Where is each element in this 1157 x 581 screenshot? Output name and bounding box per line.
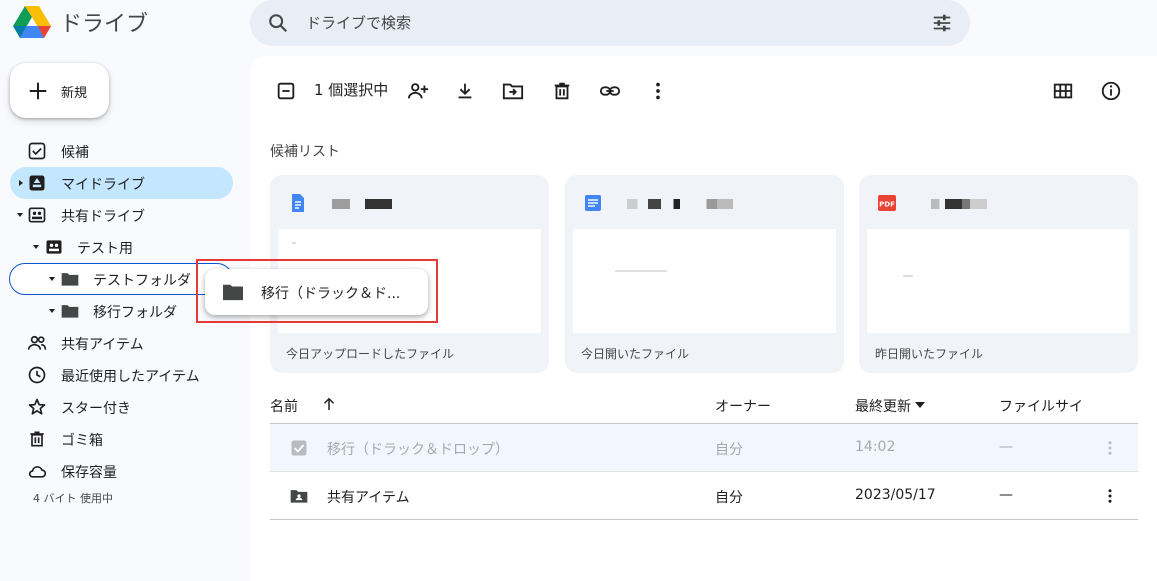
sidebar-item-label: 保存容量 — [61, 465, 117, 481]
more-vert-icon[interactable] — [1101, 438, 1119, 458]
caret-down-icon[interactable] — [48, 275, 56, 283]
svg-text:PDF: PDF — [879, 201, 895, 209]
file-modified: 2023/05/17 — [855, 487, 936, 503]
star-icon — [28, 398, 46, 415]
file-name: 移行（ドラック＆ドロップ） — [327, 442, 509, 458]
more-vert-icon[interactable] — [1101, 486, 1119, 506]
selection-count: 1 個選択中 — [314, 81, 389, 99]
owner-column-header[interactable]: オーナー — [715, 396, 771, 416]
more-vert-icon[interactable] — [647, 80, 669, 102]
sidebar-item-shared-with-me[interactable]: 共有アイテム — [10, 327, 233, 359]
annotation-highlight-box — [196, 259, 438, 323]
caret-down-icon[interactable] — [16, 211, 24, 219]
sidebar-item-label: ゴミ箱 — [61, 433, 103, 449]
name-column-header[interactable]: 名前 — [270, 396, 298, 416]
file-modified: 14:02 — [855, 439, 896, 455]
sidebar-item-storage[interactable]: 保存容量 — [10, 455, 233, 487]
sidebar-item-label: テスト用 — [77, 241, 133, 257]
file-thumbnail — [573, 229, 836, 333]
my-drive-icon — [29, 175, 45, 191]
check-box-icon — [28, 142, 46, 160]
docs-icon — [292, 194, 304, 212]
file-size: — — [999, 439, 1013, 455]
sidebar-item-label: 共有アイテム — [61, 337, 144, 353]
share-icon[interactable] — [407, 80, 429, 102]
shared-folder-icon — [290, 490, 308, 503]
new-button-label: 新規 — [61, 86, 88, 101]
drive-logo-icon — [13, 6, 51, 38]
cloud-icon — [28, 466, 47, 478]
size-column-header[interactable]: ファイルサイ — [999, 396, 1083, 416]
selection-toolbar: 1 個選択中 — [270, 76, 1137, 106]
redacted-filename — [332, 199, 392, 209]
folder-icon — [61, 305, 79, 318]
modified-column-header[interactable]: 最終更新 — [855, 396, 911, 416]
people-icon — [27, 335, 47, 350]
sidebar-item-starred[interactable]: スター付き — [10, 391, 233, 423]
sidebar-item-trash[interactable]: ゴミ箱 — [10, 423, 233, 455]
drive-logo[interactable]: ドライブ — [12, 4, 148, 40]
file-name: 共有アイテム — [327, 490, 410, 506]
sidebar-item-label: マイドライブ — [61, 177, 145, 193]
file-list-header: 名前 オーナー 最終更新 ファイルサイ — [270, 388, 1138, 424]
search-input[interactable] — [306, 8, 906, 38]
search-icon[interactable] — [267, 12, 289, 34]
redacted-filename — [627, 199, 733, 209]
caret-down-icon[interactable] — [915, 401, 925, 409]
sidebar-item-label: テストフォルダ — [93, 273, 191, 289]
file-size: — — [999, 487, 1013, 503]
search-bar — [250, 0, 970, 46]
sidebar-item-shared-drives[interactable]: 共有ドライブ — [10, 199, 233, 231]
file-row[interactable]: 共有アイテム 自分 2023/05/17 — — [270, 472, 1138, 520]
trash-icon — [30, 431, 44, 447]
suggestions-title: 候補リスト — [270, 144, 340, 160]
storage-usage-text: 4 バイト 使用中 — [33, 492, 113, 505]
link-icon[interactable] — [599, 80, 621, 102]
app-name: ドライブ — [60, 12, 149, 37]
sidebar-item-candidates[interactable]: 候補 — [10, 135, 233, 167]
suggested-file-card[interactable]: 今日開いたファイル — [565, 175, 844, 373]
sidebar-item-recent[interactable]: 最近使用したアイテム — [10, 359, 233, 391]
info-icon[interactable] — [1100, 80, 1122, 102]
shared-drive-icon — [46, 240, 62, 254]
redacted-filename — [931, 199, 987, 209]
docs-icon — [585, 195, 601, 211]
sidebar-item-label: 候補 — [61, 145, 89, 161]
file-thumbnail — [867, 229, 1130, 333]
caret-down-icon[interactable] — [48, 307, 56, 315]
trash-icon[interactable] — [551, 80, 573, 102]
sidebar-item-my-drive[interactable]: マイドライブ — [10, 167, 233, 199]
arrow-up-icon[interactable] — [320, 395, 338, 413]
folder-icon — [61, 273, 79, 286]
plus-icon — [29, 82, 47, 100]
grid-view-icon[interactable] — [1052, 80, 1074, 102]
sidebar-item-label: スター付き — [61, 401, 131, 417]
search-options-icon[interactable] — [931, 12, 953, 34]
sidebar-item-label: 最近使用したアイテム — [61, 369, 200, 385]
card-reason: 昨日開いたファイル — [875, 347, 984, 361]
pdf-icon: PDF — [878, 195, 896, 211]
file-owner: 自分 — [715, 490, 743, 506]
deselect-icon[interactable] — [275, 80, 297, 102]
card-reason: 今日アップロードしたファイル — [286, 347, 455, 361]
new-button[interactable]: 新規 — [10, 63, 109, 118]
sidebar-item-label: 共有ドライブ — [61, 209, 145, 225]
suggested-file-card[interactable]: PDF 昨日開いたファイル — [859, 175, 1138, 373]
file-owner: 自分 — [715, 442, 743, 458]
caret-right-icon[interactable] — [17, 179, 25, 187]
file-row[interactable]: 移行（ドラック＆ドロップ） 自分 14:02 — — [270, 424, 1138, 472]
move-icon[interactable] — [502, 80, 524, 102]
caret-down-icon[interactable] — [32, 243, 40, 251]
shared-drive-icon — [28, 207, 46, 223]
checkbox-checked-icon[interactable] — [290, 439, 308, 457]
download-icon[interactable] — [454, 80, 476, 102]
sidebar-item-label: 移行フォルダ — [93, 305, 177, 321]
clock-icon — [28, 366, 46, 384]
card-reason: 今日開いたファイル — [581, 347, 690, 361]
